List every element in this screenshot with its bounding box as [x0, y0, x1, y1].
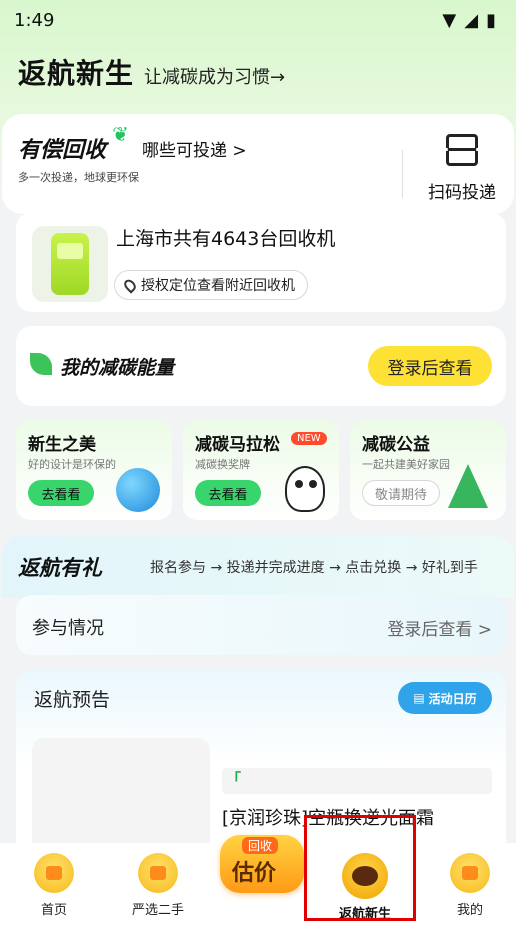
page-title: 返航新生 [18, 57, 135, 90]
tab-home[interactable]: 首页 [9, 853, 99, 918]
page-subtitle-link[interactable]: 让减碳成为习惯→ [144, 63, 285, 89]
signal-icon: ◢ [464, 9, 479, 31]
recycle-machine-icon [51, 233, 89, 295]
preview-tag: 「 [222, 768, 492, 794]
mini-card-subtitle: 一起共建美好家园 [362, 458, 450, 471]
scan-deliver-button[interactable]: 扫码投递 [422, 134, 502, 203]
highlight-box [304, 815, 416, 921]
shopping-bag-icon [138, 853, 178, 893]
gift-banner: 返航有礼 报名参与 → 投递并完成进度 → 点击兑换 → 好礼到手 [2, 536, 514, 598]
coming-soon-button[interactable]: 敬请期待 [362, 480, 440, 506]
status-bar: 1:49 ▼ ◢ ▮ [0, 0, 516, 40]
status-icons: ▼ ◢ ▮ [442, 10, 496, 31]
tab-mine[interactable]: 我的 [425, 853, 515, 918]
divider [402, 150, 403, 198]
location-auth-label: 授权定位查看附近回收机 [141, 278, 295, 294]
calendar-label: 活动日历 [428, 691, 477, 706]
new-badge: NEW [291, 432, 327, 445]
calendar-icon: ▤ [413, 691, 425, 705]
status-time: 1:49 [14, 9, 55, 31]
mini-card-marathon[interactable]: 减碳马拉松 NEW 减碳换奖牌 去看看 [183, 420, 339, 520]
recycle-machine-image [32, 226, 108, 302]
price-main-label: 估价 [232, 861, 277, 886]
participation-row[interactable]: 参与情况 登录后查看 > [16, 595, 506, 655]
panda-icon [285, 466, 325, 512]
participation-login-link[interactable]: 登录后查看 > [387, 615, 492, 640]
wifi-icon: ▼ [442, 9, 457, 31]
machine-count-text: 上海市共有4643台回收机 [116, 228, 336, 250]
location-auth-button[interactable]: 授权定位查看附近回收机 [114, 270, 308, 300]
carbon-energy-card: 我的减碳能量 登录后查看 [16, 326, 506, 406]
participation-label: 参与情况 [32, 618, 104, 639]
mini-card-title: 减碳公益 [362, 435, 430, 455]
globe-icon [116, 468, 160, 512]
tree-icon [448, 464, 488, 508]
tab-secondhand[interactable]: 严选二手 [113, 853, 203, 918]
mini-card-subtitle: 减碳换奖牌 [195, 458, 250, 471]
tab-label: 首页 [40, 903, 67, 918]
machine-card[interactable]: 上海市共有4643台回收机 授权定位查看附近回收机 [16, 212, 506, 312]
carbon-energy-title: 我的减碳能量 [60, 357, 175, 379]
activity-calendar-button[interactable]: ▤ 活动日历 [398, 682, 492, 714]
scan-label: 扫码投递 [428, 183, 496, 203]
recycle-card: 有偿回收 ❦ 哪些可投递 > 多一次投递，地球更环保 扫码投递 [2, 114, 514, 214]
page-header: 返航新生 让减碳成为习惯→ [18, 52, 285, 92]
preview-title: 返航预告 [34, 689, 111, 711]
mini-card-design[interactable]: 新生之美 好的设计是环保的 去看看 [16, 420, 172, 520]
leaf-icon: ❦ [112, 122, 129, 146]
location-pin-icon [121, 276, 139, 294]
scan-icon [443, 134, 481, 166]
mini-card-subtitle: 好的设计是环保的 [28, 458, 116, 471]
tab-label: 严选二手 [131, 903, 184, 918]
recycle-price-button[interactable]: 回收 估价 [220, 835, 304, 893]
smiley-icon [450, 853, 490, 893]
deliverable-items-link[interactable]: 哪些可投递 > [142, 136, 247, 161]
mini-card-title: 减碳马拉松 [195, 435, 280, 455]
go-see-button[interactable]: 去看看 [28, 480, 94, 506]
recycle-title: 有偿回收 [18, 138, 107, 163]
leaf-icon [30, 353, 52, 375]
battery-icon: ▮ [486, 9, 496, 31]
login-view-button[interactable]: 登录后查看 [368, 346, 492, 386]
price-top-label: 回收 [242, 837, 279, 854]
mini-card-title: 新生之美 [28, 435, 96, 455]
go-see-button[interactable]: 去看看 [195, 480, 261, 506]
tab-label: 我的 [456, 903, 483, 918]
mini-card-charity[interactable]: 减碳公益 一起共建美好家园 敬请期待 [350, 420, 506, 520]
gift-title: 返航有礼 [18, 556, 102, 580]
recycle-subtitle: 多一次投递，地球更环保 [18, 171, 139, 184]
gift-steps: 报名参与 → 投递并完成进度 → 点击兑换 → 好礼到手 [150, 560, 478, 576]
home-icon [34, 853, 74, 893]
